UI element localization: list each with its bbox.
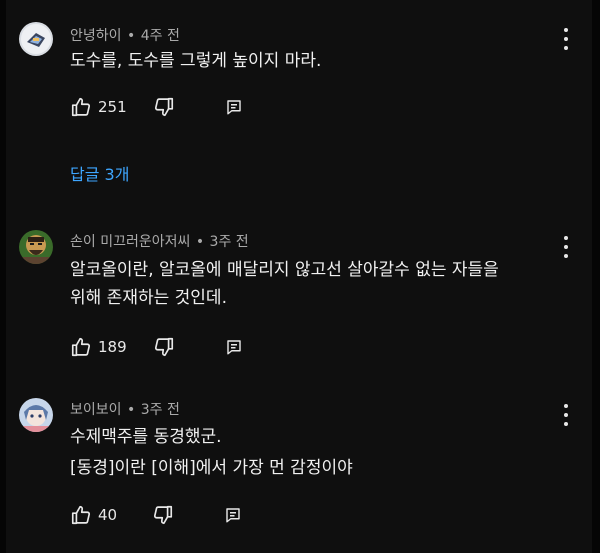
comment-text: 수제맥주를 동경했군. [동경]이란 [이해]에서 가장 먼 감정이야 bbox=[70, 423, 353, 482]
meta-separator: • bbox=[195, 234, 205, 250]
comment-meta: 보이보이 • 3주 전 bbox=[70, 399, 180, 419]
comment-author[interactable]: 보이보이 bbox=[70, 402, 122, 418]
dislike-button[interactable] bbox=[153, 96, 175, 118]
comment-text: 알코올이란, 알코올에 매달리지 않고선 살아갈수 없는 자들을 위해 존재하는… bbox=[70, 256, 499, 312]
like-button[interactable]: 189 bbox=[70, 336, 127, 358]
meta-separator: • bbox=[126, 402, 136, 418]
comment-line: [동경]이란 [이해]에서 가장 먼 감정이야 bbox=[70, 458, 353, 478]
like-button[interactable]: 40 bbox=[70, 504, 126, 526]
comment-line: 위해 존재하는 것인데. bbox=[70, 288, 227, 308]
avatar[interactable] bbox=[19, 22, 53, 56]
comment-time[interactable]: 4주 전 bbox=[141, 28, 180, 44]
like-count: 251 bbox=[98, 98, 127, 116]
comment-author[interactable]: 안녕하이 bbox=[70, 28, 122, 44]
more-options-icon[interactable] bbox=[560, 28, 572, 50]
meta-separator: • bbox=[126, 28, 136, 44]
comment-meta: 손이 미끄러운아저씨 • 3주 전 bbox=[70, 231, 249, 251]
reply-comment-icon bbox=[226, 340, 241, 355]
comment-line: 수제맥주를 동경했군. bbox=[70, 427, 222, 447]
comment-1: 안녕하이 • 4주 전 도수를, 도수를 그렇게 높이지 마라. 251 답글 … bbox=[0, 0, 600, 200]
avatar[interactable] bbox=[19, 398, 53, 432]
thumbs-down-icon bbox=[154, 337, 173, 357]
thumbs-up-icon bbox=[71, 337, 91, 357]
reply-comment-icon bbox=[226, 100, 241, 115]
comment-actions: 40 bbox=[70, 504, 242, 526]
thumbs-down-icon bbox=[154, 97, 173, 117]
reply-button[interactable] bbox=[225, 98, 243, 116]
dislike-button[interactable] bbox=[153, 336, 175, 358]
comment-author[interactable]: 손이 미끄러운아저씨 bbox=[70, 234, 190, 250]
comments-panel: 안녕하이 • 4주 전 도수를, 도수를 그렇게 높이지 마라. 251 답글 … bbox=[0, 0, 600, 553]
like-count: 189 bbox=[98, 338, 127, 356]
reply-button[interactable] bbox=[225, 338, 243, 356]
dislike-button[interactable] bbox=[152, 504, 174, 526]
avatar[interactable] bbox=[19, 230, 53, 264]
comment-time[interactable]: 3주 전 bbox=[141, 402, 180, 418]
more-options-icon[interactable] bbox=[560, 404, 572, 426]
reply-button[interactable] bbox=[224, 506, 242, 524]
comment-time[interactable]: 3주 전 bbox=[210, 234, 249, 250]
comment-line: 도수를, 도수를 그렇게 높이지 마라. bbox=[70, 51, 322, 71]
comment-text: 도수를, 도수를 그렇게 높이지 마라. bbox=[70, 47, 321, 75]
comment-2: 손이 미끄러운아저씨 • 3주 전 알코올이란, 알코올에 매달리지 않고선 살… bbox=[0, 220, 600, 370]
comment-actions: 189 bbox=[70, 336, 243, 358]
reply-comment-icon bbox=[226, 508, 240, 523]
thumbs-up-icon bbox=[71, 505, 91, 525]
like-button[interactable]: 251 bbox=[70, 96, 127, 118]
more-options-icon[interactable] bbox=[560, 236, 572, 258]
like-count: 40 bbox=[98, 506, 118, 524]
thumbs-down-icon bbox=[153, 505, 173, 525]
view-replies-button[interactable]: 답글 3개 bbox=[70, 161, 129, 185]
comment-actions: 251 bbox=[70, 96, 243, 118]
thumbs-up-icon bbox=[71, 97, 91, 117]
comment-line: 알코올이란, 알코올에 매달리지 않고선 살아갈수 없는 자들을 bbox=[70, 260, 499, 280]
comment-meta: 안녕하이 • 4주 전 bbox=[70, 25, 180, 45]
comment-3: 보이보이 • 3주 전 수제맥주를 동경했군. [동경]이란 [이해]에서 가장… bbox=[0, 388, 600, 548]
